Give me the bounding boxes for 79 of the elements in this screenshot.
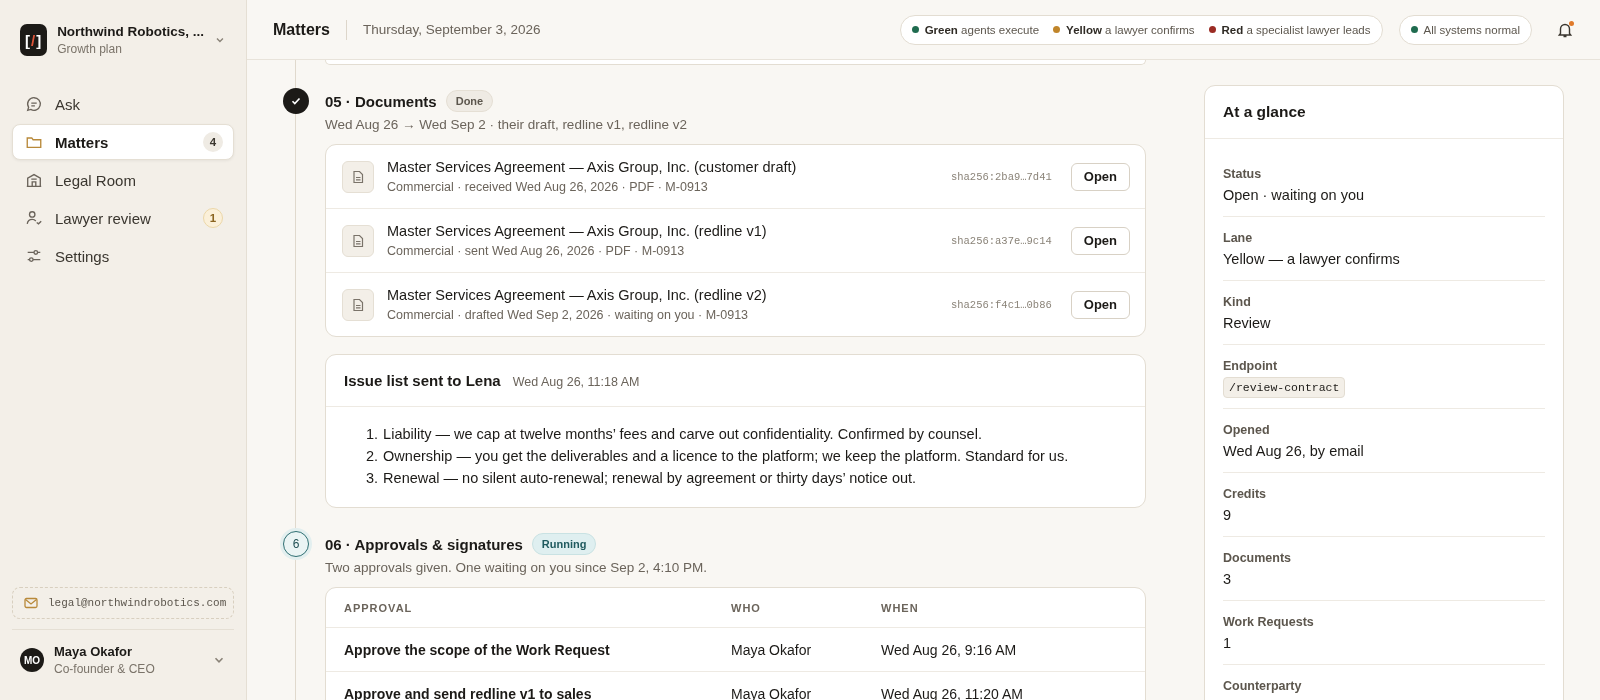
building-icon (25, 171, 43, 189)
panel-title: At a glance (1205, 86, 1563, 139)
user-name: Maya Okafor (54, 644, 134, 659)
step-subtitle: Wed Aug 26 → Wed Sep 2 · their draft, redline v1, redline v2 (325, 117, 688, 132)
status-badge: Done (445, 90, 494, 112)
field-value: Yellow — a lawyer confirms (1223, 251, 1401, 267)
legend-label: Yellow a lawyer confirms (1066, 23, 1195, 36)
status-label: All systems normal (1423, 23, 1520, 36)
note-time: Wed Aug 26, 11:18 AM (512, 375, 640, 389)
document-hash: sha256:a37e…9c14 (950, 234, 1052, 247)
note-title: Issue list sent to Lena (344, 372, 501, 389)
list-number: 1. (366, 425, 379, 443)
org-name[interactable]: Northwind Robotics, ... (57, 24, 205, 39)
table-cell-text: Maya Okafor (731, 641, 813, 658)
plan-label: Growth plan (57, 42, 123, 56)
field-value: 3 (1223, 571, 1233, 587)
avatar: MO (20, 648, 44, 672)
field-label: Kind (1223, 295, 1252, 309)
document-title: Master Services Agreement — Axis Group, Inc. (redline v1) (387, 223, 768, 239)
field-label: Opened (1223, 423, 1271, 437)
page-title: Matters (273, 20, 330, 39)
table-cell-text: Approve the scope of the Work Request (344, 641, 611, 658)
field-value: 9 (1223, 507, 1233, 523)
date-label: Thursday, September 3, 2026 (362, 22, 541, 37)
document-meta: Commercial · sent Wed Aug 26, 2026 · PDF · M-0913 (387, 244, 686, 258)
column-header: WHEN (881, 601, 920, 614)
logo: [/] (20, 24, 48, 56)
nav-item[interactable]: Legal Room (12, 162, 234, 198)
field-label: Documents (1223, 551, 1293, 565)
step-title: 05 · Documents (325, 92, 437, 110)
mail-icon (24, 597, 38, 609)
column-header: APPROVAL (344, 601, 414, 614)
nav-item[interactable]: Ask (12, 86, 234, 122)
sliders-icon (25, 247, 43, 265)
list-number: 3. (366, 469, 379, 487)
document-title: Master Services Agreement — Axis Group, Inc. (redline v2) (387, 287, 768, 303)
field-value: Review (1223, 315, 1272, 331)
step-title: 06 · Approvals & signatures (325, 535, 523, 553)
field-value: 1 (1223, 635, 1233, 651)
field-label: Counterparty (1223, 679, 1303, 693)
count-badge: 4 (203, 132, 223, 152)
nav-item[interactable]: Settings (12, 238, 234, 274)
user-role: Co-founder & CEO (54, 662, 156, 676)
legend-label: Red a specialist lawyer leads (1221, 23, 1371, 36)
field-label: Status (1223, 167, 1263, 181)
person-icon (25, 209, 43, 227)
document-icon (342, 288, 374, 321)
list-number: 2. (366, 447, 379, 465)
legend-label: Green agents execute (924, 23, 1040, 36)
document-meta: Commercial · received Wed Aug 26, 2026 · PDF · M-0913 (387, 180, 709, 194)
open-button[interactable]: Open (1070, 226, 1130, 255)
status-badge: Running (531, 533, 597, 555)
step-subtitle: Two approvals given. One waiting on you since Sep 2, 4:10 PM. (325, 560, 708, 575)
chat-icon (25, 95, 43, 113)
open-button[interactable]: Open (1070, 162, 1130, 191)
column-header: WHO (731, 601, 762, 614)
field-label: Credits (1223, 487, 1268, 501)
field-value: /review-contract (1223, 377, 1346, 398)
document-hash: sha256:f4c1…0b86 (950, 298, 1052, 311)
field-label: Lane (1223, 231, 1254, 245)
nav-item[interactable]: Matters 4 (12, 124, 234, 160)
field-label: Endpoint (1223, 359, 1279, 373)
field-label: Work Requests (1223, 615, 1315, 629)
document-meta: Commercial · drafted Wed Sep 2, 2026 · waiting on you · M-0913 (387, 308, 750, 322)
field-value: Open · waiting on you (1223, 187, 1366, 203)
list-text: Liability — we cap at twelve months’ fees and carve out confidentiality. Confirmed by counsel. (383, 425, 982, 443)
count-badge: 1 (203, 208, 223, 228)
document-title: Master Services Agreement — Axis Group, Inc. (customer draft) (387, 159, 798, 175)
step-number: 6 (283, 531, 309, 557)
list-text: Renewal — no silent auto-renewal; renewal by agreement or thirty days’ notice out. (383, 469, 917, 487)
table-cell-text: Wed Aug 26, 9:16 AM (881, 641, 1018, 658)
document-icon (342, 160, 374, 193)
list-text: Ownership — you get the deliverables and a licence to the platform; we keep the platform. Standard for us. (383, 447, 1069, 465)
document-icon (342, 224, 374, 257)
nav-item[interactable]: Lawyer review 1 (12, 200, 234, 236)
open-button[interactable]: Open (1070, 290, 1130, 319)
document-hash: sha256:2ba9…7d41 (950, 170, 1052, 183)
email-address[interactable]: legal@northwindrobotics.com (12, 587, 234, 619)
field-value: Wed Aug 26, by email (1223, 443, 1365, 459)
